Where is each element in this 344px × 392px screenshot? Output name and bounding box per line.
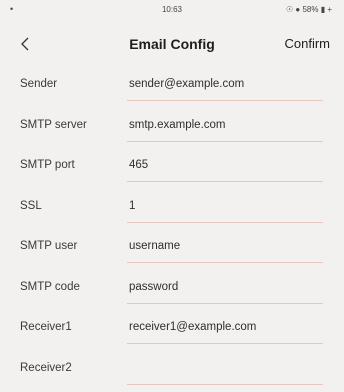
field-label-receiver1: Receiver1 bbox=[20, 321, 72, 333]
field-label-smtp-server: SMTP server bbox=[20, 118, 87, 131]
field-underline bbox=[127, 181, 323, 182]
form-row-smtp-user: SMTP user bbox=[0, 228, 344, 269]
form-row-smtp-port: SMTP port bbox=[0, 147, 344, 188]
field-label-ssl: SSL bbox=[20, 199, 42, 212]
email-config-form: Sender SMTP server SMTP port SSL SMTP us… bbox=[0, 66, 344, 390]
field-underline bbox=[127, 262, 323, 263]
field-label-smtp-port: SMTP port bbox=[20, 159, 75, 171]
smtp-user-input[interactable] bbox=[127, 234, 325, 258]
status-bar: • 10:63 ☉ ● 58% ▮ + bbox=[0, 0, 344, 22]
ssl-input[interactable] bbox=[127, 193, 325, 218]
confirm-button[interactable]: Confirm bbox=[284, 36, 330, 51]
field-label-smtp-user: SMTP user bbox=[20, 240, 78, 252]
nav-bar: Email Config Confirm bbox=[0, 22, 344, 66]
field-underline bbox=[127, 383, 323, 385]
status-icons: ☉ ● 58% ▮ + bbox=[286, 5, 332, 14]
form-row-receiver2: Receiver2 bbox=[0, 350, 344, 391]
smtp-port-input[interactable] bbox=[127, 153, 325, 177]
receiver1-input[interactable] bbox=[127, 315, 325, 339]
form-row-receiver1: Receiver1 bbox=[0, 309, 344, 350]
field-label-receiver2: Receiver2 bbox=[20, 361, 72, 374]
field-underline bbox=[127, 221, 323, 223]
field-underline bbox=[127, 140, 323, 142]
form-row-smtp-code: SMTP code bbox=[0, 269, 344, 310]
smtp-server-input[interactable] bbox=[127, 112, 325, 137]
smtp-code-input[interactable] bbox=[127, 274, 325, 299]
field-underline bbox=[127, 100, 323, 101]
field-label-smtp-code: SMTP code bbox=[20, 280, 80, 293]
form-row-sender: Sender bbox=[0, 66, 344, 107]
field-label-sender: Sender bbox=[20, 78, 58, 90]
field-underline bbox=[127, 343, 323, 344]
form-row-ssl: SSL bbox=[0, 188, 344, 229]
sender-input[interactable] bbox=[127, 72, 325, 96]
form-row-smtp-server: SMTP server bbox=[0, 107, 344, 148]
receiver2-input[interactable] bbox=[127, 355, 325, 380]
field-underline bbox=[127, 302, 323, 304]
